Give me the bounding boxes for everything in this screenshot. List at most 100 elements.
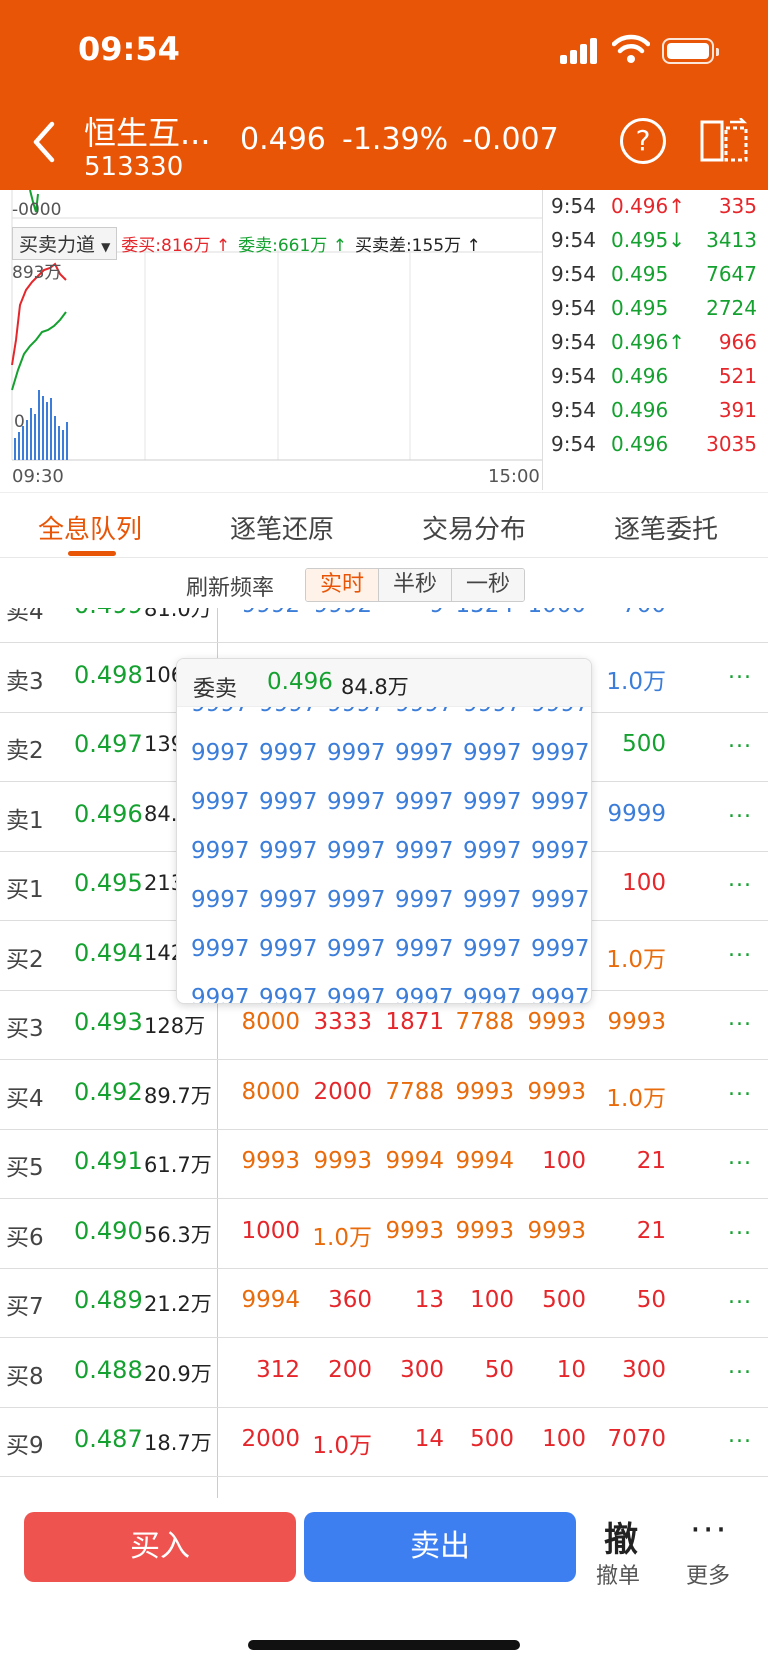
tick-volume: 7647	[706, 262, 757, 286]
row-more-button[interactable]: ...	[728, 1076, 752, 1101]
queue-order-cell: 1000	[516, 608, 586, 618]
queue-order-cell: 9992	[230, 608, 300, 618]
level-price: 0.493	[74, 1008, 143, 1036]
order-book-row[interactable]: 买8 0.488 20.9万 312 200 300 50 10 300...	[0, 1337, 768, 1408]
level-label: 买6	[6, 1224, 44, 1251]
queue-order-cell: 1.0万	[312, 1224, 372, 1251]
more-icon[interactable]: ···	[690, 1510, 728, 1550]
queue-order-cell: 1.0万	[312, 1433, 372, 1459]
more-label[interactable]: 更多	[686, 1558, 730, 1590]
indicator-select[interactable]: 买卖力道 ▼	[12, 226, 118, 260]
tick-time: 9:54	[551, 194, 596, 218]
row-more-button[interactable]: ...	[728, 608, 752, 614]
tab-full-queue[interactable]: 全息队列	[38, 509, 142, 546]
queue-order-cell: 200	[328, 1356, 372, 1383]
popup-queue-cell: 9997	[259, 837, 318, 864]
tick-price: 0.495	[611, 262, 669, 286]
popup-queue-cell: 9997	[259, 935, 318, 962]
queue-order-cell: 500	[622, 731, 666, 757]
back-arrow-icon[interactable]	[28, 118, 60, 166]
level-label: 买3	[6, 1016, 44, 1042]
queue-order-cell: 2000	[241, 1426, 300, 1452]
level-label: 卖4	[6, 608, 44, 625]
order-book-row[interactable]: 买7 0.489 21.2万 9994 360 13 100 500 50...	[0, 1267, 768, 1338]
level-price: 0.497	[74, 730, 143, 758]
tick-row: 9:54 0.495 2724	[543, 296, 768, 332]
row-more-button[interactable]: ...	[728, 867, 752, 892]
queue-order-cell: 9993	[385, 1217, 444, 1244]
tick-list[interactable]: 9:54 0.496↑ 335 9:54 0.495↓ 3413 9:54 0.495 7647…	[542, 190, 768, 490]
popup-queue-cell: 9997	[327, 788, 386, 815]
row-more-button[interactable]: ...	[728, 728, 752, 753]
row-more-button[interactable]: ...	[728, 1284, 752, 1309]
order-book-row[interactable]: 买9 0.487 18.7万 2000 1.0万 14 500 100 7070...	[0, 1406, 768, 1477]
row-more-button[interactable]: ...	[728, 1215, 752, 1240]
queue-order-cell: 50	[636, 1287, 666, 1313]
cancel-order-label[interactable]: 撤单	[596, 1558, 640, 1590]
queue-order-cell: 9993	[527, 1217, 586, 1244]
tab-tick-orders[interactable]: 逐笔委托	[614, 509, 718, 546]
tab-trade-distribution[interactable]: 交易分布	[422, 509, 526, 546]
row-more-button[interactable]: ...	[728, 1423, 752, 1448]
popup-queue-cell: 9997	[327, 935, 386, 962]
popup-queue-row: 9997 9997 9997 9997 9997 9997	[191, 875, 591, 924]
row-more-button[interactable]: ...	[728, 1006, 752, 1031]
ask-queue-popup[interactable]: 9997 9997 9997 9997 9997 9997 9997 9997 9997 9997…	[176, 658, 592, 1004]
row-more-button[interactable]: ...	[728, 1145, 752, 1170]
queue-order-cell: 9993	[455, 1078, 514, 1105]
popup-queue-cell: 9997	[191, 984, 250, 1004]
row-more-button[interactable]: ...	[728, 659, 752, 684]
popup-queue-row: 9997 9997 9997 9997 9997 9997	[191, 826, 591, 875]
queue-order-cell: 100	[622, 870, 666, 896]
sell-button[interactable]: 卖出	[304, 1512, 576, 1582]
queue-order-cell: 9	[374, 608, 444, 618]
order-book-row[interactable]: 买5 0.491 61.7万 9993 9993 9994 9994 100 21...	[0, 1128, 768, 1199]
x-start-label: 09:30	[12, 466, 64, 487]
level-price: 0.487	[74, 1425, 143, 1453]
popup-queue-cell: 9997	[327, 984, 386, 1004]
popup-queue-cell: 9997	[259, 739, 318, 766]
tick-time: 9:54	[551, 228, 596, 252]
level-price: 0.491	[74, 1147, 143, 1175]
tick-time: 9:54	[551, 262, 596, 286]
queue-order-cell: 700	[596, 608, 666, 618]
queue-order-cell: 9993	[607, 1009, 666, 1035]
tab-tick-replay[interactable]: 逐笔还原	[230, 509, 334, 546]
popup-queue-cell: 9997	[463, 788, 522, 815]
row-more-button[interactable]: ...	[728, 1354, 752, 1379]
queue-order-cell: 100	[470, 1287, 514, 1313]
popup-queue-cell: 9997	[463, 886, 522, 913]
tick-time: 9:54	[551, 330, 596, 354]
intraday-chart[interactable]: -0000 买卖力道 ▼ 委买:816万 ↑ 委卖:661万 ↑ 买卖差:155…	[0, 190, 542, 490]
order-book-row[interactable]: 买6 0.490 56.3万 1000 1.0万 9993 9993 9993 21...	[0, 1198, 768, 1269]
order-book-row[interactable]: 买4 0.492 89.7万 8000 2000 7788 9993 9993 1.0万...	[0, 1059, 768, 1130]
queue-order-cell: 7788	[385, 1078, 444, 1105]
queue-order-cell: 8000	[241, 1078, 300, 1105]
rate-one-second[interactable]: 一秒	[452, 569, 525, 601]
switch-layout-icon[interactable]	[700, 118, 750, 164]
row-more-button[interactable]: ...	[728, 937, 752, 962]
stock-name[interactable]: 恒生互...	[84, 108, 211, 154]
popup-queue-cell: 9997	[259, 984, 318, 1004]
row-more-button[interactable]: ...	[728, 798, 752, 823]
buy-button[interactable]: 买入	[24, 1512, 296, 1582]
popup-queue-cell: 9997	[191, 837, 250, 864]
rate-realtime[interactable]: 实时	[306, 569, 380, 601]
level-price: 0.496	[74, 799, 143, 828]
queue-order-cell: 300	[622, 1356, 666, 1383]
popup-queue-cell: 9997	[191, 739, 250, 766]
popup-queue-cell: 9997	[531, 984, 590, 1004]
rate-half-second[interactable]: 半秒	[379, 569, 453, 601]
level-label: 买8	[6, 1363, 44, 1390]
cancel-order-icon[interactable]: 撤	[604, 1512, 638, 1561]
change-amount: -0.007	[462, 122, 559, 157]
bid-total: 委买:816万 ↑	[121, 235, 231, 256]
popup-header: 委卖 0.496 84.8万	[177, 659, 591, 707]
queue-order-cell: 8000	[241, 1009, 300, 1035]
level-label: 买2	[6, 946, 44, 973]
help-icon[interactable]: ?	[620, 118, 666, 164]
tick-price: 0.495	[611, 296, 669, 320]
popup-title: 委卖	[193, 677, 238, 702]
order-book-row[interactable]: 卖40.49981.0万99929992915241000700...	[0, 608, 768, 643]
sub-chart-zero-label: 0	[14, 412, 25, 432]
